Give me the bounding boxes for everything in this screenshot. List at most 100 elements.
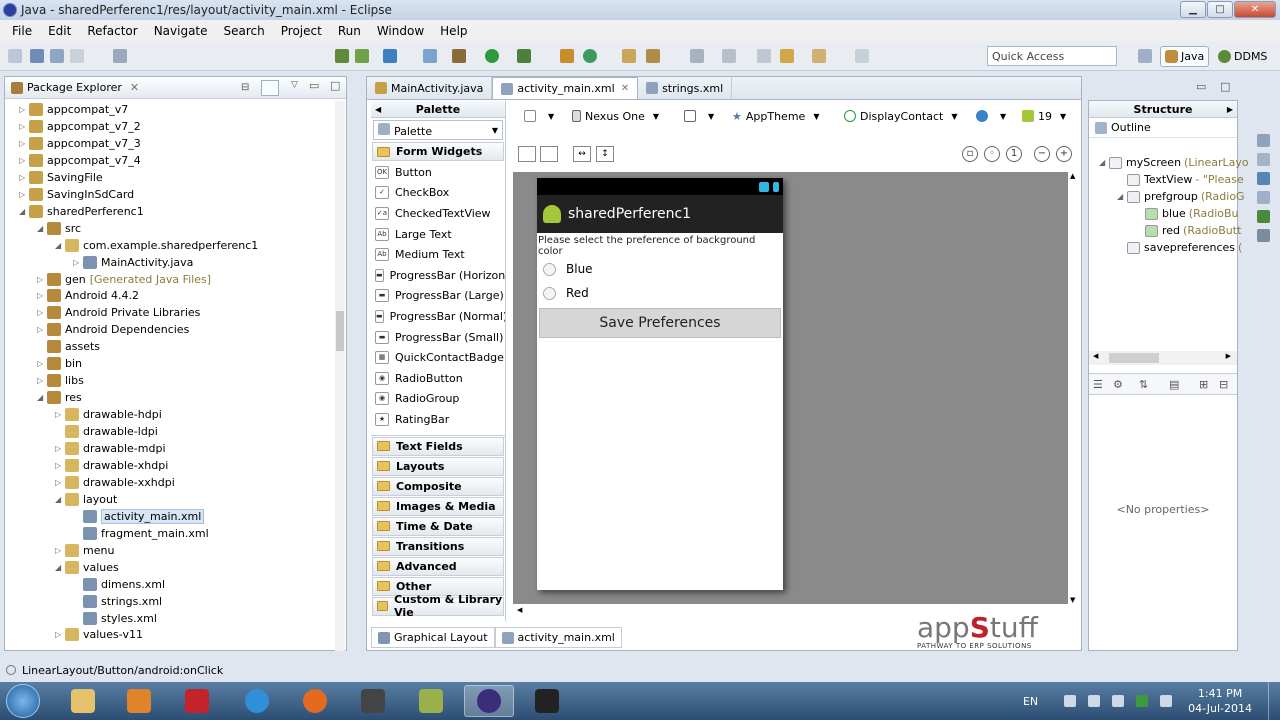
annotation-icon[interactable] xyxy=(690,49,704,63)
collapsed-arrow-icon[interactable]: ▷ xyxy=(19,105,29,114)
quick-access-input[interactable]: Quick Access xyxy=(987,46,1117,66)
new-package-icon[interactable] xyxy=(583,49,597,63)
collapse-all-icon[interactable]: ⊟ xyxy=(1219,378,1228,391)
open-type-icon[interactable] xyxy=(622,49,636,63)
external-tools-icon[interactable] xyxy=(517,49,531,63)
expand-structure-icon[interactable]: ▶ xyxy=(1227,105,1233,114)
expanded-arrow-icon[interactable]: ◢ xyxy=(55,495,65,504)
collapsed-arrow-icon[interactable]: ▷ xyxy=(55,630,65,639)
taskbar-explorer[interactable] xyxy=(58,685,108,717)
sort-icon[interactable]: ⇅ xyxy=(1139,378,1148,391)
outline-item[interactable]: TextView - "Please xyxy=(1117,171,1244,188)
collapsed-arrow-icon[interactable]: ▷ xyxy=(19,156,29,165)
outline-item[interactable]: red (RadioButt xyxy=(1135,222,1241,239)
scroll-left-icon[interactable]: ◀ xyxy=(1093,352,1098,360)
expanded-arrow-icon[interactable]: ◢ xyxy=(55,241,65,250)
console-icon[interactable] xyxy=(1256,210,1270,223)
pin-icon[interactable] xyxy=(855,49,869,63)
forward-icon[interactable] xyxy=(812,49,826,63)
zoom-fit-icon[interactable]: ▫ xyxy=(962,146,978,162)
collapsed-arrow-icon[interactable]: ▷ xyxy=(37,275,47,284)
tree-item[interactable]: fragment_main.xml xyxy=(73,525,209,542)
tree-item[interactable]: assets xyxy=(37,338,100,355)
palette-dropdown[interactable]: Palette ▼ xyxy=(373,120,503,140)
tab-activity-main[interactable]: activity_main.xml ✕ xyxy=(492,77,639,99)
problems-icon[interactable] xyxy=(1256,191,1270,204)
categories-icon[interactable]: ☰ xyxy=(1093,378,1103,391)
palette-category[interactable]: Transitions xyxy=(372,536,504,556)
last-edit-icon[interactable] xyxy=(757,49,771,63)
tree-item[interactable]: ◢ src xyxy=(37,220,81,237)
scroll-down-icon[interactable]: ▼ xyxy=(1070,596,1075,604)
canvas-vertical-scrollbar[interactable]: ▲ ▼ xyxy=(1068,172,1080,604)
tree-item[interactable]: dimens.xml xyxy=(73,576,165,593)
orientation-chooser[interactable]: ▼ xyxy=(684,107,714,125)
layout-canvas[interactable]: sharedPerferenc1 Please select the prefe… xyxy=(513,172,1068,604)
emulator-control-icon[interactable] xyxy=(1256,153,1270,166)
debug-icon[interactable] xyxy=(452,49,466,63)
palette-widget[interactable]: ◉ RadioGroup xyxy=(371,389,505,410)
android-lint-icon[interactable] xyxy=(1256,134,1270,147)
outline-item[interactable]: blue (RadioBu xyxy=(1135,205,1239,222)
collapsed-arrow-icon[interactable]: ▷ xyxy=(19,190,29,199)
volume-icon[interactable] xyxy=(1112,695,1125,707)
device-prompt-text[interactable]: Please select the preference of backgrou… xyxy=(537,235,783,257)
tree-item[interactable]: ◢ com.example.sharedperferenc1 xyxy=(55,237,258,254)
palette-widget[interactable]: ✓a CheckedTextView xyxy=(371,203,505,224)
new-android-icon[interactable] xyxy=(423,49,437,63)
menu-window[interactable]: Window xyxy=(369,24,432,38)
new-icon[interactable] xyxy=(8,49,22,63)
scroll-thumb[interactable] xyxy=(1109,353,1159,363)
config-chooser[interactable]: ▼ xyxy=(524,107,554,125)
cut-icon[interactable] xyxy=(113,49,127,63)
tree-item[interactable]: ◢ res xyxy=(37,389,82,406)
collapsed-arrow-icon[interactable]: ▷ xyxy=(55,410,65,419)
scroll-up-icon[interactable]: ▲ xyxy=(1070,172,1075,180)
advanced-icon[interactable]: ⚙ xyxy=(1113,378,1123,391)
theme-chooser[interactable]: ★ AppTheme ▼ xyxy=(732,107,819,125)
collapse-palette-icon[interactable]: ◀ xyxy=(375,105,381,114)
collapsed-arrow-icon[interactable]: ▷ xyxy=(19,139,29,148)
collapsed-arrow-icon[interactable]: ▷ xyxy=(37,376,47,385)
tree-item[interactable]: ▷ Android Private Libraries xyxy=(37,304,200,321)
java-perspective-button[interactable]: Java xyxy=(1160,46,1210,67)
open-perspective-icon[interactable] xyxy=(1138,49,1152,63)
tree-item[interactable]: drawable-ldpi xyxy=(55,423,158,440)
scroll-left-icon[interactable]: ◀ xyxy=(517,606,522,614)
activity-chooser[interactable]: DisplayContact ▼ xyxy=(844,107,958,125)
zoom-out-icon[interactable]: − xyxy=(1034,146,1050,162)
avd-manager-icon[interactable] xyxy=(355,49,369,63)
filter-icon[interactable]: ▤ xyxy=(1169,378,1179,391)
palette-category[interactable]: Composite xyxy=(372,476,504,496)
layout-horizontal-icon[interactable] xyxy=(518,146,536,162)
checkbox-icon[interactable] xyxy=(383,49,397,63)
view-menu-icon[interactable]: ▽ xyxy=(291,80,298,90)
expanded-arrow-icon[interactable]: ◢ xyxy=(37,224,47,233)
tree-item[interactable]: ▷ appcompat_v7_2 xyxy=(19,118,141,135)
expand-all-icon[interactable]: ⊞ xyxy=(1199,378,1208,391)
palette-category[interactable]: Time & Date xyxy=(372,516,504,536)
menu-navigate[interactable]: Navigate xyxy=(146,24,216,38)
fill-height-icon[interactable]: ↕ xyxy=(596,146,614,162)
collapsed-arrow-icon[interactable]: ▷ xyxy=(37,359,47,368)
tree-item[interactable]: ▷ drawable-hdpi xyxy=(55,406,162,423)
tree-item[interactable]: ▷ MainActivity.java xyxy=(73,254,193,271)
tree-item[interactable]: ▷ SavingFile xyxy=(19,169,103,186)
palette-category[interactable]: Advanced xyxy=(372,556,504,576)
zoom-real-icon[interactable]: 1 xyxy=(1006,146,1022,162)
palette-category-form-widgets[interactable]: Form Widgets xyxy=(372,142,504,161)
menu-project[interactable]: Project xyxy=(273,24,330,38)
collapsed-arrow-icon[interactable]: ▷ xyxy=(19,122,29,131)
tree-item[interactable]: activity_main.xml xyxy=(73,508,205,525)
package-explorer-scrollbar[interactable] xyxy=(335,101,345,651)
palette-widget[interactable]: ▬ ProgressBar (Horizonta xyxy=(371,265,505,286)
run-icon[interactable] xyxy=(485,49,499,63)
clock[interactable]: 1:41 PM 04-Jul-2014 xyxy=(1178,686,1268,716)
ddms-perspective-button[interactable]: DDMS xyxy=(1214,46,1271,67)
zoom-in-icon[interactable]: + xyxy=(1056,146,1072,162)
save-preferences-button[interactable]: Save Preferences xyxy=(539,308,781,338)
tree-item[interactable]: ▷ gen [Generated Java Files] xyxy=(37,271,211,288)
tab-strings[interactable]: strings.xml xyxy=(638,77,733,99)
taskbar-android-emulator[interactable] xyxy=(522,685,572,717)
palette-widget[interactable]: ✓ CheckBox xyxy=(371,183,505,204)
